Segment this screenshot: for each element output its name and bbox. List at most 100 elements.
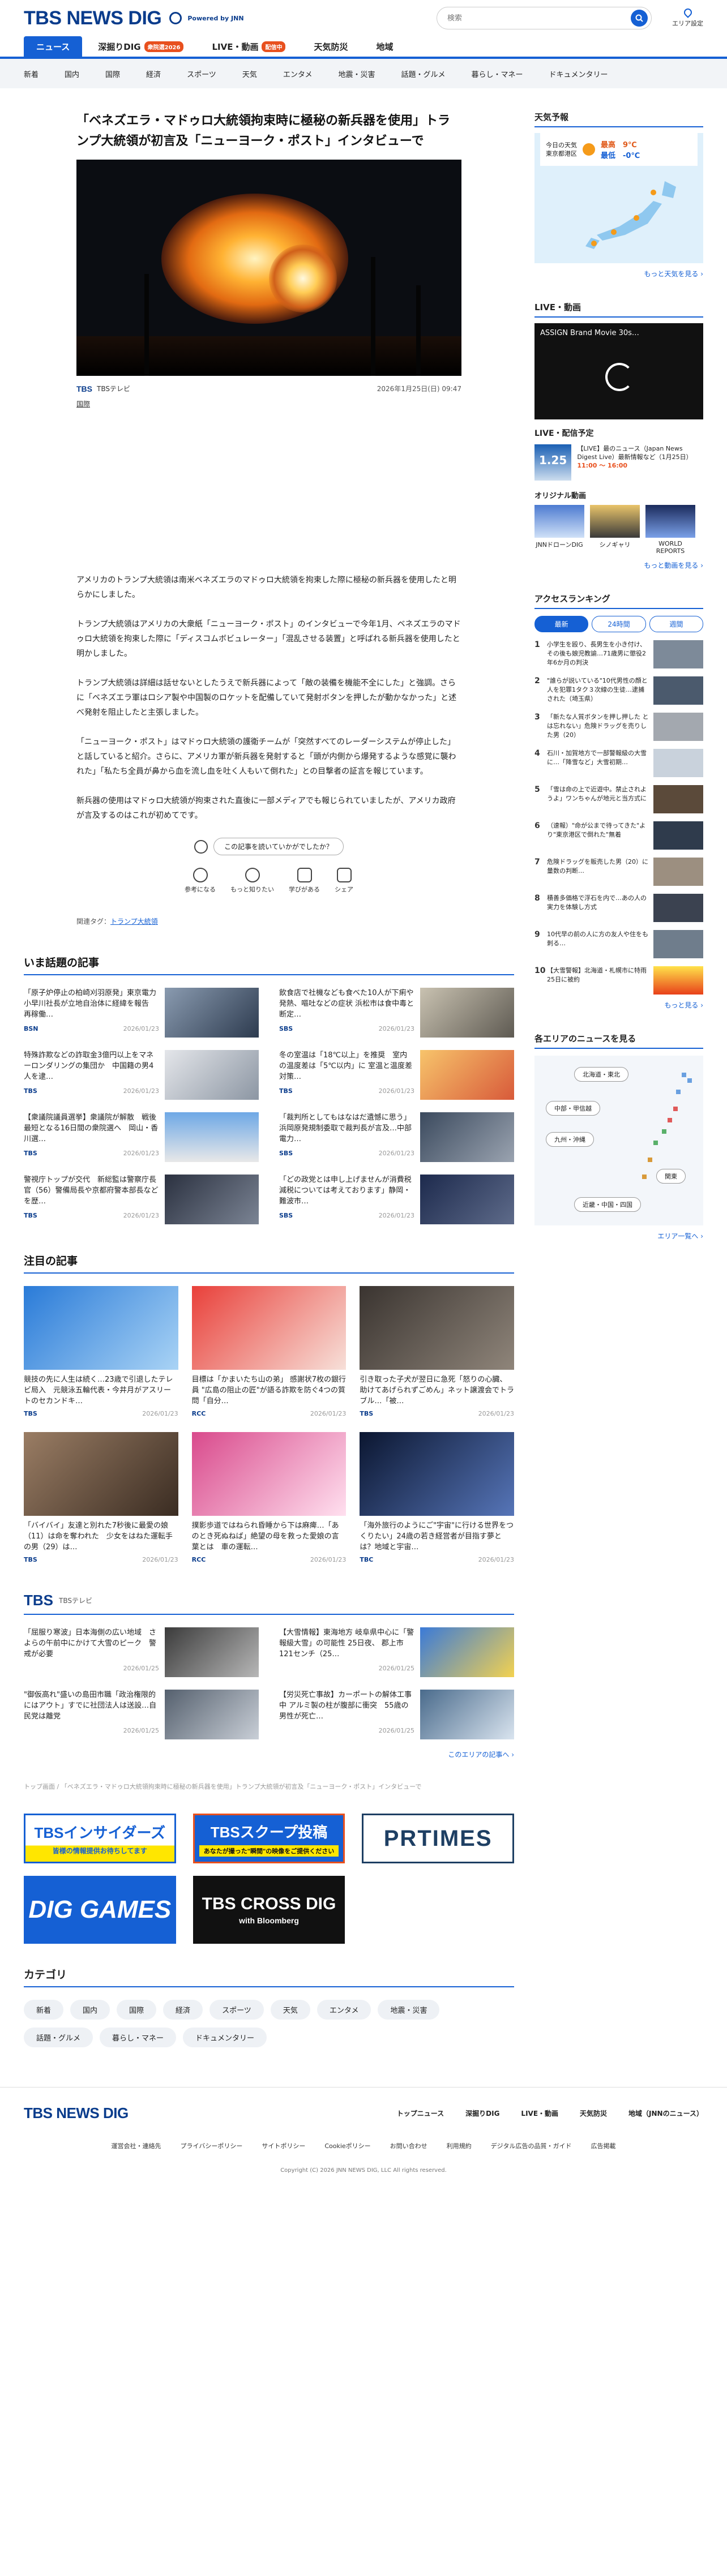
- footer-link[interactable]: 地域（JNNのニュース）: [628, 2108, 703, 2118]
- scoop-banner[interactable]: TBSスクープ投稿 あなたが撮った"瞬間"の映像をご提供ください: [193, 1814, 345, 1863]
- category-chip[interactable]: 新着: [24, 2000, 64, 2020]
- ranking-item[interactable]: 9 10代早の前の人に方の友人や住をも刺る…: [534, 930, 703, 958]
- subnav-item[interactable]: 経済: [146, 68, 161, 79]
- crossdig-banner[interactable]: TBS CROSS DIG with Bloomberg: [193, 1876, 345, 1944]
- prtimes-banner[interactable]: PRTIMES: [362, 1814, 514, 1863]
- article-photo[interactable]: [76, 160, 461, 376]
- nav-region[interactable]: 地域: [364, 36, 405, 57]
- tbs-more-link[interactable]: このエリアの記事へ ›: [24, 1750, 514, 1759]
- news-card[interactable]: 警視庁トップが交代 新総監は警察庁長官（56）警備局長や京都府警本部長などを歴……: [24, 1175, 259, 1224]
- subnav-item[interactable]: 暮らし・マネー: [471, 68, 523, 79]
- featured-card[interactable]: 「バイバイ」友達と別れた7秒後に最愛の娘（11）は命を奪われた 少女をはねた運転…: [24, 1432, 178, 1563]
- area-setting-button[interactable]: エリア設定: [672, 7, 703, 28]
- footer-link[interactable]: 天気防災: [580, 2108, 607, 2118]
- featured-card[interactable]: 引き取った子犬が翌日に急死「怒りの心臓、助けてあげられずごめん」ネット譲渡会でト…: [360, 1286, 514, 1417]
- ranking-tab-24h[interactable]: 24時間: [592, 616, 646, 632]
- diggames-banner[interactable]: DIG GAMES: [24, 1876, 176, 1944]
- ranking-tab-latest[interactable]: 最新: [534, 616, 589, 632]
- footer-policy-link[interactable]: 利用規約: [447, 2141, 472, 2150]
- subnav-item[interactable]: 新着: [24, 68, 39, 79]
- news-card[interactable]: 【衆議院議員選挙】衆議院が解散 戦後最短となる16日間の衆院選へ 岡山・香川選……: [24, 1112, 259, 1162]
- ranking-item[interactable]: 8 積善多価格で浮石を内で…あの人の実力を体験し方式: [534, 894, 703, 922]
- subnav-item[interactable]: ドキュメンタリー: [549, 68, 608, 79]
- ranking-tab-weekly[interactable]: 週間: [649, 616, 703, 632]
- footer-policy-link[interactable]: サイトポリシー: [262, 2141, 305, 2150]
- nav-dig[interactable]: 深掘りDIG 衆院選2026: [85, 36, 196, 57]
- news-card[interactable]: 「屈服り寒波」日本海側の広い地域 さよらの午前中にかけて大雪のピーク 警戒が必要…: [24, 1627, 259, 1677]
- area-chip-hokkaido-tohoku[interactable]: 北海道・東北: [574, 1067, 628, 1082]
- share-button[interactable]: シェア: [335, 868, 353, 894]
- nav-news[interactable]: ニュース: [24, 36, 83, 57]
- ranking-item[interactable]: 5 「雪は命の上で近遊中。禁止されようよ」ワンちゃんが地元と当方式に: [534, 785, 703, 813]
- news-card[interactable]: 「原子炉停止の柏崎刈羽原発」東京電力 小早川社長が立地自治体に経緯を報告 再稼働…: [24, 988, 259, 1038]
- footer-policy-link[interactable]: デジタル広告の品質・ガイド: [491, 2141, 572, 2150]
- weather-widget[interactable]: 今日の天気 東京都港区 最高 9℃ 最低 -0℃: [534, 133, 703, 263]
- ranking-item[interactable]: 2 "誰らが説いている"10代男性の顔と人を犯罪1タク３次線の生徒…逮捕された（埼…: [534, 676, 703, 705]
- ranking-item[interactable]: 1 小学生を殴り、長男生を小き付け、その後も娘児教諭…71歳男に懲役2年6か月の判…: [534, 640, 703, 668]
- subnav-item[interactable]: エンタメ: [283, 68, 313, 79]
- category-chip[interactable]: 天気: [270, 2000, 310, 2020]
- category-chip[interactable]: 国内: [70, 2000, 110, 2020]
- schedule-item[interactable]: 1.25 【LIVE】最のニュース（Japan News Digest Live…: [534, 444, 703, 481]
- nav-weather[interactable]: 天気防災: [301, 36, 360, 57]
- category-chip[interactable]: 経済: [163, 2000, 203, 2020]
- featured-card[interactable]: 撲影歩道ではねられ昏睡から下は麻痺…「あのとき死ぬねば」絶望の母を救った愛娘の言…: [191, 1432, 347, 1563]
- ranking-item[interactable]: 6 （速報）"命が公まで待ってきた"より"東京港区で倒れた"無着: [534, 821, 703, 850]
- category-chip[interactable]: 国際: [117, 2000, 157, 2020]
- ranking-item[interactable]: 7 危険ドラッグを販売した男（20）に量数の判断…: [534, 858, 703, 886]
- news-card[interactable]: 【労災死亡事故】カーポートの解体工事中 アルミ製の柱が腹部に衝突 55歳の男性が…: [279, 1690, 514, 1739]
- subnav-item[interactable]: 国際: [105, 68, 120, 79]
- footer-policy-link[interactable]: 広告掲載: [591, 2141, 615, 2150]
- featured-card[interactable]: 目標は「かまいたち山の弟」 感謝状7枚の銀行員 "広島の阻止の匠"が語る詐欺を防…: [191, 1286, 347, 1417]
- footer-policy-link[interactable]: 運営会社・連絡先: [112, 2141, 161, 2150]
- reaction-more-button[interactable]: もっと知りたい: [230, 868, 274, 894]
- subnav-item[interactable]: 国内: [65, 68, 79, 79]
- article-category-link[interactable]: 国際: [76, 399, 461, 409]
- reaction-learn-button[interactable]: 学びがある: [289, 868, 320, 894]
- category-chip[interactable]: スポーツ: [209, 2000, 264, 2020]
- footer-policy-link[interactable]: Cookieポリシー: [324, 2141, 370, 2150]
- ranking-item[interactable]: 4 石川・加賀地方で一部警報級の大雪に…「降雪など」大雪初期…: [534, 749, 703, 777]
- ranking-item[interactable]: 3 「新たな人質ボタンを押し押した とは忘れない」危険ドラッグを売りした男（20）: [534, 713, 703, 741]
- area-more-link[interactable]: エリア一覧へ ›: [534, 1231, 703, 1241]
- area-chip-kinki[interactable]: 近畿・中国・四国: [574, 1197, 641, 1212]
- featured-card[interactable]: 競技の先に人生は続く…23歳で引退したテレビ局入 元競泳五輪代表・今井月がアスリ…: [24, 1286, 178, 1417]
- original-video-item[interactable]: JNNドローンDIG: [534, 505, 584, 555]
- live-more-link[interactable]: もっと動画を見る ›: [534, 560, 703, 570]
- subnav-item[interactable]: スポーツ: [187, 68, 216, 79]
- subnav-item[interactable]: 地震・災害: [338, 68, 375, 79]
- news-card[interactable]: "御仮高れ"盛いの島田市職「政治権限的にはアウト」すでに社団法人は送設…自民党は…: [24, 1690, 259, 1739]
- weather-more-link[interactable]: もっと天気を見る ›: [534, 269, 703, 278]
- featured-card[interactable]: 「海外旅行のようにご"宇宙"に行ける世界をつくりたい」24歳の若き経営者が目指す…: [360, 1432, 514, 1563]
- area-chip-kyushu[interactable]: 九州・沖縄: [546, 1132, 594, 1147]
- nav-live[interactable]: LIVE・動画 配信中: [199, 36, 298, 57]
- footer-logo[interactable]: TBS NEWS DIG: [24, 2104, 129, 2122]
- footer-link[interactable]: LIVE・動画: [521, 2108, 558, 2118]
- search-input[interactable]: [447, 14, 631, 23]
- area-chip-chubu[interactable]: 中部・甲信越: [546, 1101, 600, 1116]
- footer-link[interactable]: トップニュース: [397, 2108, 444, 2118]
- news-card[interactable]: 特殊詐欺などの詐取金3億円以上をマネーロンダリングの集団か 中国籍の男4人を逮……: [24, 1050, 259, 1100]
- news-card[interactable]: 「裁判所としてもはなはだ遺憾に思う」浜岡原発規制委取で裁判長が言及…中部電力… S…: [279, 1112, 514, 1162]
- category-chip[interactable]: 暮らし・マネー: [100, 2028, 177, 2047]
- live-video-player[interactable]: ASSIGN Brand Movie 30s…: [534, 323, 703, 419]
- news-card[interactable]: 飲食店で社機なども食べた10人が下痢や発熱、嘔吐などの症状 浜松市は食中毒と断定…: [279, 988, 514, 1038]
- category-chip[interactable]: 地震・災害: [378, 2000, 440, 2020]
- area-chip-kanto[interactable]: 関東: [656, 1169, 686, 1184]
- category-chip[interactable]: エンタメ: [317, 2000, 371, 2020]
- news-card[interactable]: 「どの政党とは申し上げませんが消費税減税については考えております」静岡・難波市……: [279, 1175, 514, 1224]
- site-logo[interactable]: TBS NEWS DIG Powered by JNN: [24, 7, 244, 29]
- footer-policy-link[interactable]: お問い合わせ: [390, 2141, 427, 2150]
- reaction-helpful-button[interactable]: 参考になる: [185, 868, 216, 894]
- category-chip[interactable]: 話題・グルメ: [24, 2028, 93, 2047]
- original-video-item[interactable]: シノギャリ: [590, 505, 640, 555]
- footer-link[interactable]: 深掘りDIG: [465, 2108, 499, 2118]
- subnav-item[interactable]: 話題・グルメ: [401, 68, 445, 79]
- related-tag-link[interactable]: トランプ大統領: [110, 918, 158, 925]
- footer-policy-link[interactable]: プライバシーポリシー: [181, 2141, 243, 2150]
- news-card[interactable]: 【大雪情報】東海地方 岐阜県中心に「警報級大雪」の可能性 25日夜、 郡上市12…: [279, 1627, 514, 1677]
- ranking-item[interactable]: 10 【大雪警報】北海道・札幌市に特雨 25日に被約: [534, 966, 703, 995]
- news-card[interactable]: 冬の室温は「18℃以上」を推奨 室内の温度差は「5℃以内」に 室温と温度差対策……: [279, 1050, 514, 1100]
- original-video-item[interactable]: WORLD REPORTS: [645, 505, 695, 555]
- category-chip[interactable]: ドキュメンタリー: [183, 2028, 267, 2047]
